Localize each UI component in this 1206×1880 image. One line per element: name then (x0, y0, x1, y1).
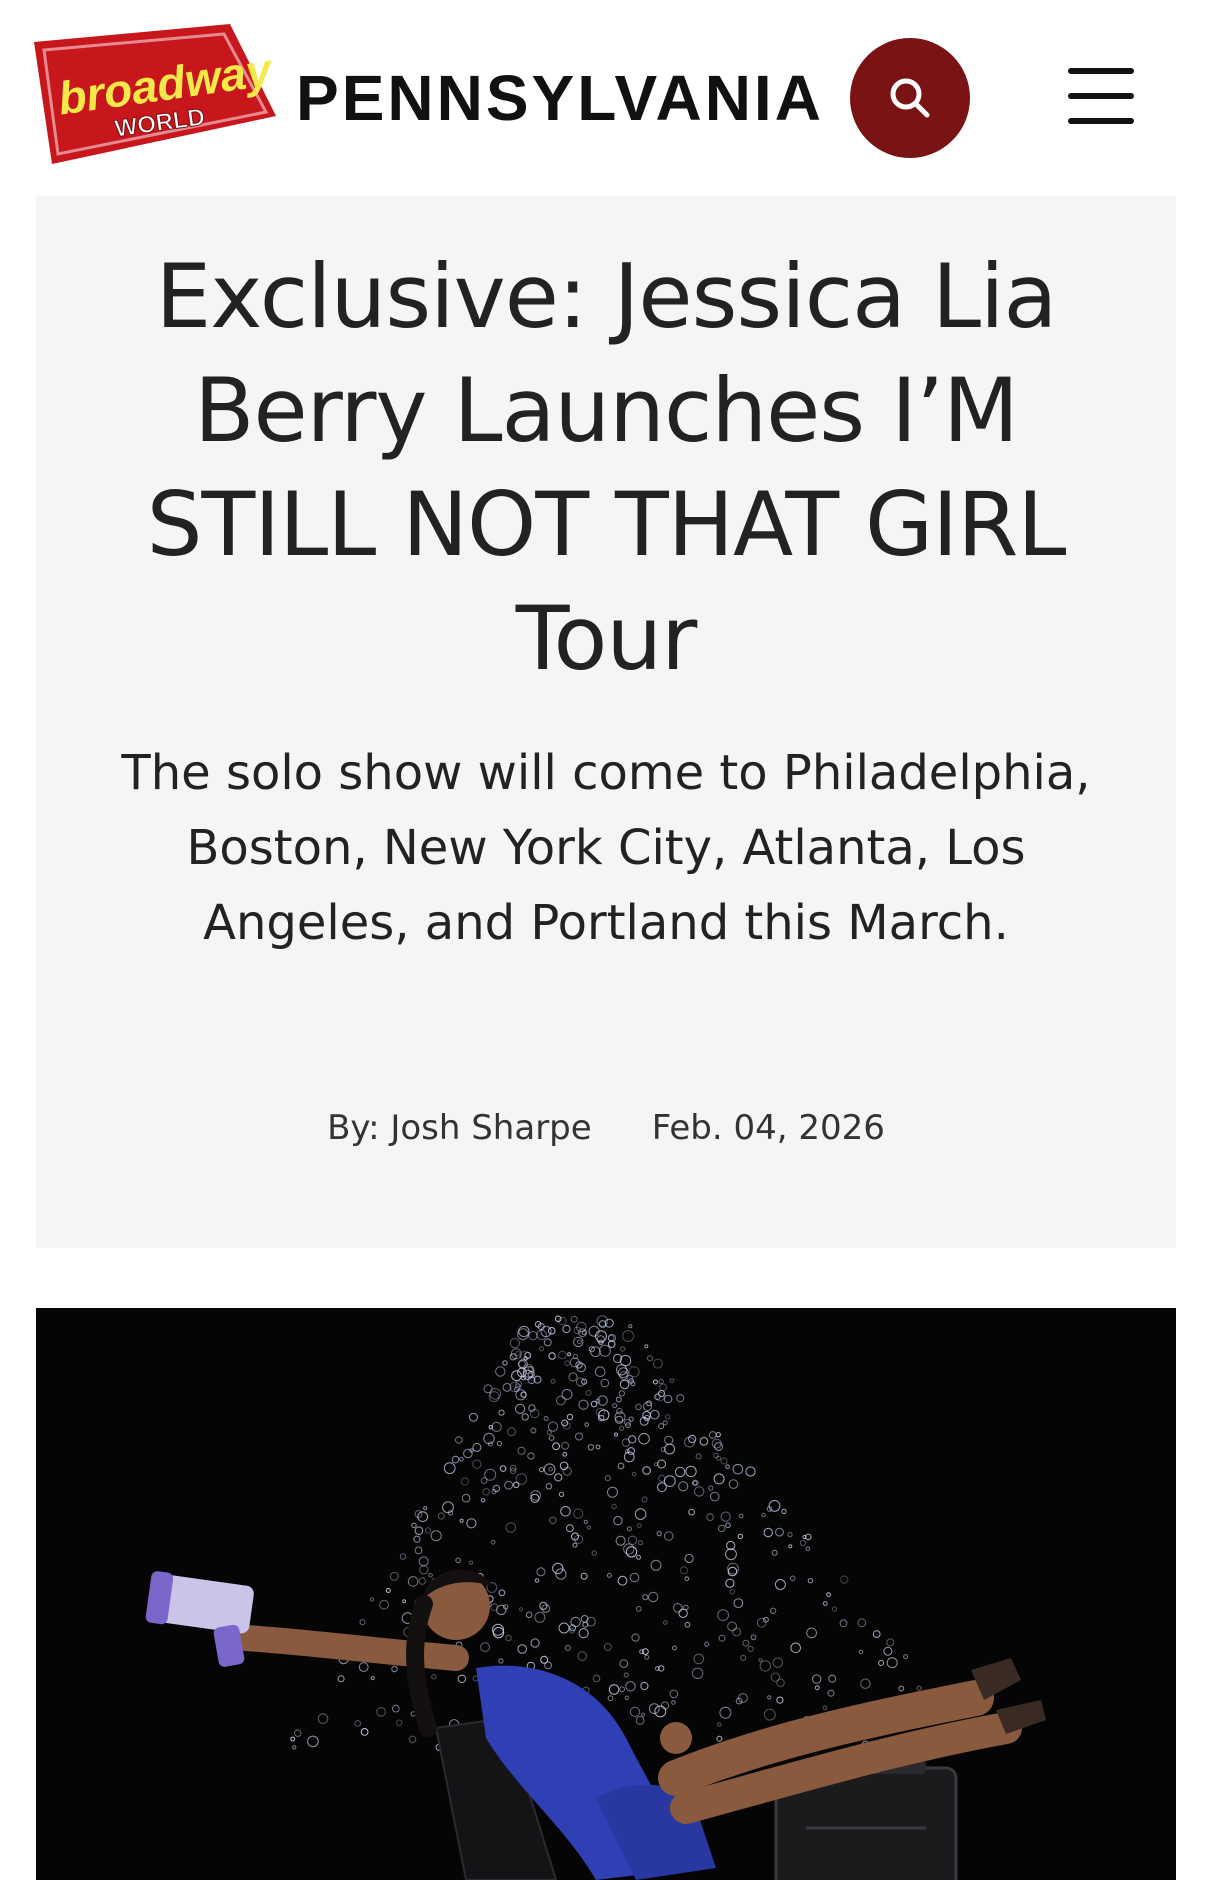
hero-image[interactable] (36, 1308, 1176, 1880)
region-title: PENNSYLVANIA (296, 62, 824, 134)
article-header: Exclusive: Jessica Lia Berry Launches I’… (36, 196, 1176, 1248)
hamburger-menu-icon (1068, 118, 1134, 124)
menu-button[interactable] (1068, 68, 1134, 124)
hero-photo-illustration (36, 1308, 1176, 1880)
hamburger-menu-icon (1068, 93, 1134, 99)
logo-graphic: broadway WORLD (34, 24, 277, 164)
author-link[interactable]: By: Josh Sharpe (327, 1106, 592, 1150)
broadwayworld-logo[interactable]: broadway WORLD (30, 20, 280, 170)
publish-date: Feb. 04, 2026 (651, 1108, 885, 1148)
article-subtitle: The solo show will come to Philadelphia,… (121, 745, 1091, 951)
search-button[interactable] (850, 38, 970, 158)
byline: By: Josh Sharpe Feb. 04, 2026 (36, 1106, 1176, 1150)
site-header: broadway WORLD PENNSYLVANIA (0, 0, 1206, 196)
hamburger-menu-icon (1068, 68, 1134, 74)
article-title: Exclusive: Jessica Lia Berry Launches I’… (146, 245, 1067, 690)
search-icon (890, 78, 930, 118)
